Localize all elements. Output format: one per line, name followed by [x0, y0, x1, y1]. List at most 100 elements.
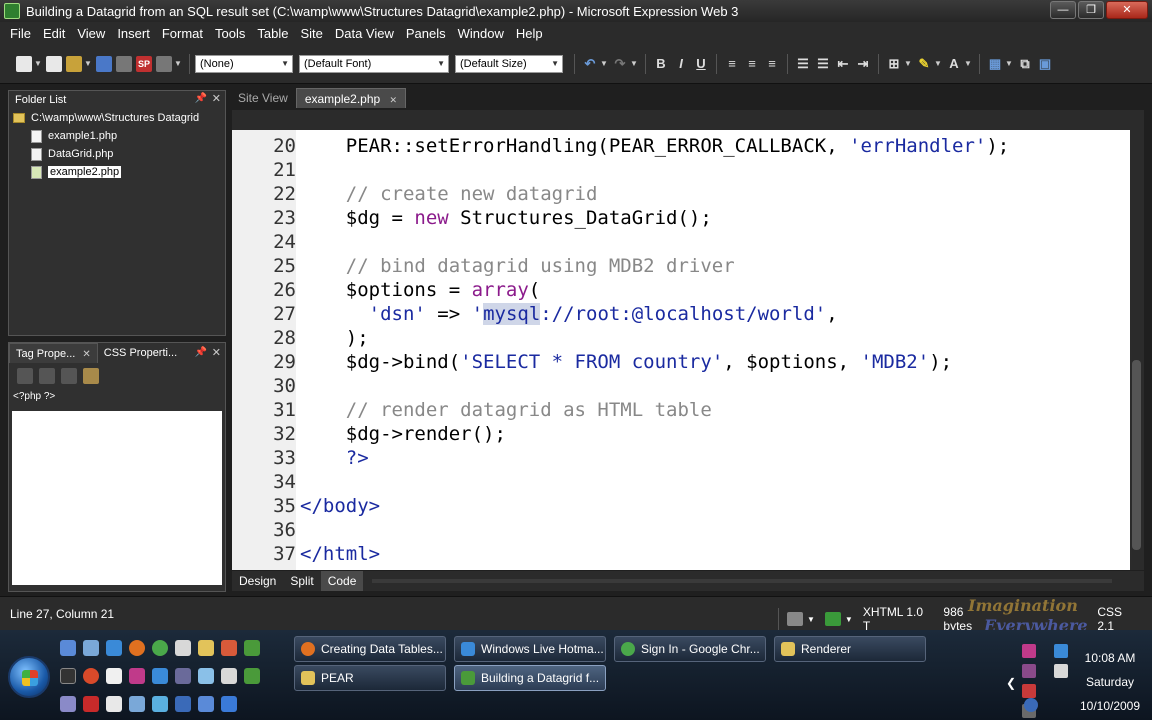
taskbar-button[interactable]: Windows Live Hotma...: [454, 636, 606, 662]
taskbar-button[interactable]: Creating Data Tables...: [294, 636, 446, 662]
bulleted-list-icon[interactable]: ☰: [813, 56, 833, 72]
pdf-icon[interactable]: [83, 696, 99, 712]
css-schema-indicator[interactable]: CSS 2.1: [1097, 605, 1142, 633]
menu-file[interactable]: File: [4, 26, 37, 41]
code-line[interactable]: 34: [232, 470, 1130, 494]
menu-format[interactable]: Format: [156, 26, 209, 41]
menu-panels[interactable]: Panels: [400, 26, 452, 41]
menu-help[interactable]: Help: [510, 26, 549, 41]
categorized-icon[interactable]: [17, 368, 33, 384]
menu-table[interactable]: Table: [251, 26, 294, 41]
flickr-icon[interactable]: [129, 668, 145, 684]
code-line[interactable]: 23 $dg = new Structures_DataGrid();: [232, 206, 1130, 230]
view-split-tab[interactable]: Split: [283, 571, 320, 591]
style-select[interactable]: (None) ▼: [195, 54, 293, 73]
close-panel-icon[interactable]: ✕: [212, 346, 221, 359]
file-item[interactable]: DataGrid.php: [9, 145, 225, 163]
pin-icon[interactable]: 📌: [195, 93, 207, 104]
underline-button[interactable]: U: [691, 56, 711, 71]
code-line[interactable]: 22 // create new datagrid: [232, 182, 1130, 206]
align-right-icon[interactable]: ≡: [762, 56, 782, 71]
menu-data-view[interactable]: Data View: [329, 26, 400, 41]
menu-view[interactable]: View: [71, 26, 111, 41]
menu-tools[interactable]: Tools: [209, 26, 251, 41]
close-panel-icon[interactable]: ✕: [212, 92, 221, 105]
paint-icon[interactable]: [221, 640, 237, 656]
tray-app-icon[interactable]: [1022, 644, 1036, 658]
undo-icon[interactable]: ↶: [580, 56, 600, 72]
numbered-list-icon[interactable]: ☰: [793, 56, 813, 72]
close-button[interactable]: ✕: [1106, 1, 1148, 19]
notepad-icon[interactable]: [175, 640, 191, 656]
internet-explorer-icon[interactable]: [106, 640, 122, 656]
app-icon[interactable]: [60, 696, 76, 712]
code-editor[interactable]: 20 PEAR::setErrorHandling(PEAR_ERROR_CAL…: [232, 130, 1130, 570]
vertical-scrollbar[interactable]: [1130, 110, 1144, 570]
start-button[interactable]: [8, 656, 50, 698]
code-line[interactable]: 30: [232, 374, 1130, 398]
file-item[interactable]: example1.php: [9, 127, 225, 145]
code-line[interactable]: 37 </html>: [232, 542, 1130, 566]
tab-example2[interactable]: example2.php ✕: [295, 88, 407, 108]
insert-picture-icon[interactable]: ▣: [1035, 56, 1055, 72]
properties-icon[interactable]: [83, 368, 99, 384]
align-left-icon[interactable]: ≡: [722, 56, 742, 71]
open-folder-icon[interactable]: [66, 55, 82, 72]
menu-edit[interactable]: Edit: [37, 26, 71, 41]
code-line[interactable]: 33 ?>: [232, 446, 1130, 470]
maximize-button[interactable]: ❐: [1078, 1, 1104, 19]
chevron-down-icon[interactable]: ▼: [904, 59, 912, 68]
code-line[interactable]: 35 </body>: [232, 494, 1130, 518]
calculator-icon[interactable]: [152, 668, 168, 684]
chevron-down-icon[interactable]: ▼: [807, 615, 815, 624]
chevron-down-icon[interactable]: ▼: [174, 59, 182, 68]
clock[interactable]: 10:08 AM Saturday 10/10/2009: [1070, 646, 1150, 718]
file-item-selected[interactable]: example2.php: [9, 163, 225, 181]
tray-app-icon[interactable]: [1022, 684, 1036, 698]
app-icon[interactable]: [221, 696, 237, 712]
code-line[interactable]: 27 'dsn' => 'mysql://root:@localhost/wor…: [232, 302, 1130, 326]
chevron-down-icon[interactable]: ▼: [1005, 59, 1013, 68]
insert-layer-icon[interactable]: ⧉: [1015, 56, 1035, 72]
formatting-marks-icon[interactable]: [824, 612, 841, 626]
chevron-down-icon[interactable]: ▼: [845, 615, 853, 624]
app-icon[interactable]: [152, 696, 168, 712]
taskbar-button[interactable]: Renderer: [774, 636, 926, 662]
app-icon[interactable]: [175, 696, 191, 712]
code-line[interactable]: 25 // bind datagrid using MDB2 driver: [232, 254, 1130, 278]
spreadsheet-icon[interactable]: [244, 640, 260, 656]
preview-icon[interactable]: [156, 55, 172, 72]
menu-window[interactable]: Window: [452, 26, 510, 41]
taskbar-button[interactable]: PEAR: [294, 665, 446, 691]
code-line[interactable]: 21: [232, 158, 1130, 182]
volume-icon[interactable]: [1054, 664, 1068, 678]
chevron-down-icon[interactable]: ▼: [630, 59, 638, 68]
folder-root[interactable]: C:\wamp\www\Structures Datagrid: [9, 109, 225, 127]
tray-app-icon[interactable]: [1024, 698, 1038, 712]
view-design-tab[interactable]: Design: [232, 571, 283, 591]
doc-icon[interactable]: [106, 696, 122, 712]
media-icon[interactable]: [83, 668, 99, 684]
sort-icon[interactable]: [39, 368, 55, 384]
taskbar-button[interactable]: Sign In - Google Chr...: [614, 636, 766, 662]
tray-app-icon[interactable]: [1022, 664, 1036, 678]
firefox-icon[interactable]: [129, 640, 145, 656]
size-select[interactable]: (Default Size) ▼: [455, 54, 563, 73]
visual-aids-icon[interactable]: [787, 612, 803, 626]
terminal-icon[interactable]: [175, 668, 191, 684]
text-editor-icon[interactable]: [221, 668, 237, 684]
new-document-icon[interactable]: [46, 55, 62, 72]
chrome-icon[interactable]: [152, 640, 168, 656]
sharepoint-icon[interactable]: SP: [136, 55, 152, 72]
app-icon[interactable]: [198, 696, 214, 712]
doctype-indicator[interactable]: XHTML 1.0 T: [863, 605, 934, 633]
code-line[interactable]: 24: [232, 230, 1130, 254]
explorer-icon[interactable]: [83, 640, 99, 656]
pin-icon[interactable]: 📌: [195, 347, 207, 358]
redo-icon[interactable]: ↷: [610, 56, 630, 72]
insert-table-icon[interactable]: ▦: [985, 56, 1005, 72]
close-tab-icon[interactable]: ✕: [82, 349, 90, 360]
chevron-down-icon[interactable]: ▼: [934, 59, 942, 68]
publish-icon[interactable]: [116, 55, 132, 72]
menu-site[interactable]: Site: [294, 26, 328, 41]
